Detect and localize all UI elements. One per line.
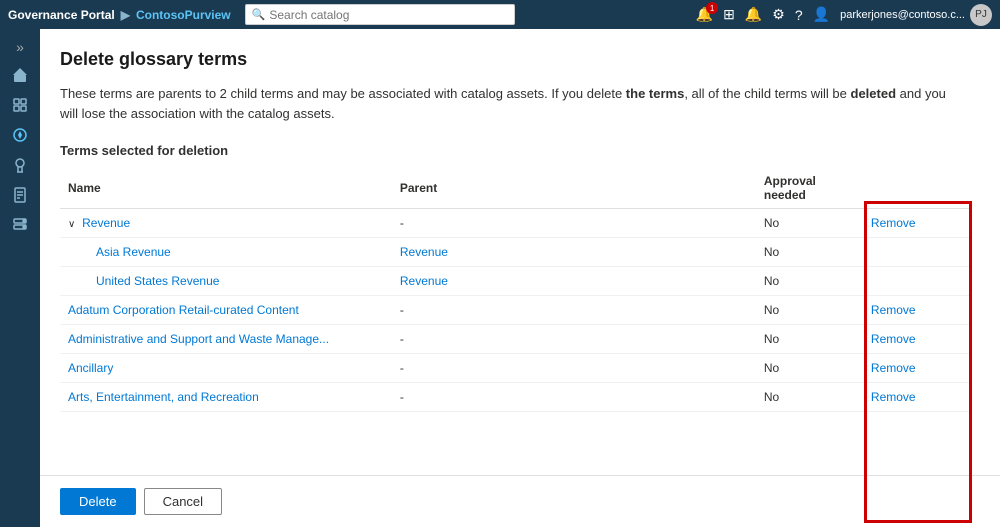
term-action-cell: Remove: [863, 383, 970, 412]
term-name-link[interactable]: United States Revenue: [96, 274, 219, 288]
table-row: Administrative and Support and Waste Man…: [60, 325, 970, 354]
sidebar-item-home[interactable]: [0, 61, 40, 89]
terms-table: Name Parent Approval needed ∨ Revenue-No…: [60, 168, 970, 412]
avatar: PJ: [970, 4, 992, 26]
term-approval: No: [756, 383, 863, 412]
brand-label: Governance Portal: [8, 8, 115, 22]
term-name-link[interactable]: Asia Revenue: [96, 245, 171, 259]
brand-area: Governance Portal ▶ ContosoPurview: [8, 8, 231, 22]
term-parent: -: [392, 209, 756, 238]
sidebar-item-catalog[interactable]: [0, 91, 40, 119]
breadcrumb-separator: ▶: [121, 8, 130, 22]
term-approval: No: [756, 209, 863, 238]
term-name-link[interactable]: Arts, Entertainment, and Recreation: [68, 390, 259, 404]
content-area: Delete glossary terms These terms are pa…: [40, 29, 1000, 527]
term-parent: Revenue: [392, 238, 756, 267]
term-approval: No: [756, 267, 863, 296]
description-text: These terms are parents to 2 child terms…: [60, 84, 960, 123]
term-action-cell: [863, 238, 970, 267]
remove-button[interactable]: Remove: [871, 303, 916, 317]
desc-middle: , all of the child terms will be: [684, 86, 850, 101]
sidebar-item-management[interactable]: [0, 211, 40, 239]
sidebar-item-policy[interactable]: [0, 181, 40, 209]
user-area[interactable]: parkerjones@contoso.c... PJ: [840, 4, 992, 26]
search-box[interactable]: 🔍: [245, 4, 515, 25]
term-name-link[interactable]: Administrative and Support and Waste Man…: [68, 332, 329, 346]
term-action-cell: Remove: [863, 209, 970, 238]
term-approval: No: [756, 325, 863, 354]
parent-link[interactable]: Revenue: [400, 245, 448, 259]
remove-button[interactable]: Remove: [871, 216, 916, 230]
cancel-button[interactable]: Cancel: [144, 488, 222, 515]
table-header-row: Name Parent Approval needed: [60, 168, 970, 209]
feedback-icon[interactable]: 👤: [813, 6, 830, 23]
term-approval: No: [756, 354, 863, 383]
term-action-cell: [863, 267, 970, 296]
table-row: Adatum Corporation Retail-curated Conten…: [60, 296, 970, 325]
search-icon: 🔍: [252, 8, 266, 21]
sidebar-toggle[interactable]: »: [0, 35, 40, 59]
col-header-parent: Parent: [392, 168, 756, 209]
table-row: United States Revenue Revenue No: [60, 267, 970, 296]
user-name: parkerjones@contoso.c...: [840, 9, 965, 21]
settings-icon[interactable]: ⚙: [772, 6, 785, 23]
term-name-link[interactable]: Ancillary: [68, 361, 113, 375]
term-parent: Revenue: [392, 267, 756, 296]
term-approval: No: [756, 296, 863, 325]
table-row: Asia Revenue Revenue No: [60, 238, 970, 267]
table-row: Arts, Entertainment, and Recreation -No Re…: [60, 383, 970, 412]
term-parent: -: [392, 296, 756, 325]
main-layout: » Delete glossary terms These terms are …: [0, 29, 1000, 527]
desc-terms-bold: the terms: [626, 86, 685, 101]
sidebar-item-glossary[interactable]: [0, 121, 40, 149]
nav-icons: 🔔1 ⊞ 🔔 ⚙ ? 👤 parkerjones@contoso.c... PJ: [696, 4, 992, 26]
page-title: Delete glossary terms: [60, 49, 970, 70]
sidebar-item-insights[interactable]: [0, 151, 40, 179]
delete-button[interactable]: Delete: [60, 488, 136, 515]
col-header-approval: Approval needed: [756, 168, 863, 209]
help-icon[interactable]: ?: [795, 7, 803, 23]
table-row: Ancillary -No Remove: [60, 354, 970, 383]
term-approval: No: [756, 238, 863, 267]
term-name-link[interactable]: Revenue: [82, 216, 130, 230]
remove-button[interactable]: Remove: [871, 390, 916, 404]
term-action-cell: Remove: [863, 354, 970, 383]
table-row: ∨ Revenue -No Remove: [60, 209, 970, 238]
term-parent: -: [392, 383, 756, 412]
footer-actions: Delete Cancel: [40, 475, 1000, 527]
term-name-link[interactable]: Adatum Corporation Retail-curated Conten…: [68, 303, 299, 317]
top-navigation: Governance Portal ▶ ContosoPurview 🔍 🔔1 …: [0, 0, 1000, 29]
term-action-cell: Remove: [863, 325, 970, 354]
search-input[interactable]: [269, 8, 507, 22]
term-parent: -: [392, 354, 756, 383]
notification-badge: 1: [706, 2, 718, 14]
sidebar: »: [0, 29, 40, 527]
chevron-icon: ∨: [68, 219, 78, 230]
term-parent: -: [392, 325, 756, 354]
apps-icon[interactable]: ⊞: [723, 6, 735, 23]
purview-label: ContosoPurview: [136, 8, 231, 22]
section-title: Terms selected for deletion: [60, 143, 970, 158]
desc-before: These terms are parents to 2 child terms…: [60, 86, 626, 101]
remove-button[interactable]: Remove: [871, 361, 916, 375]
terms-table-wrapper: Name Parent Approval needed ∨ Revenue-No…: [60, 168, 970, 412]
col-header-name: Name: [60, 168, 392, 209]
notification-icon[interactable]: 🔔1: [696, 6, 713, 23]
term-action-cell: Remove: [863, 296, 970, 325]
col-header-action: [863, 168, 970, 209]
remove-button[interactable]: Remove: [871, 332, 916, 346]
bell-icon[interactable]: 🔔: [745, 6, 762, 23]
parent-link[interactable]: Revenue: [400, 274, 448, 288]
desc-deleted-bold: deleted: [851, 86, 897, 101]
